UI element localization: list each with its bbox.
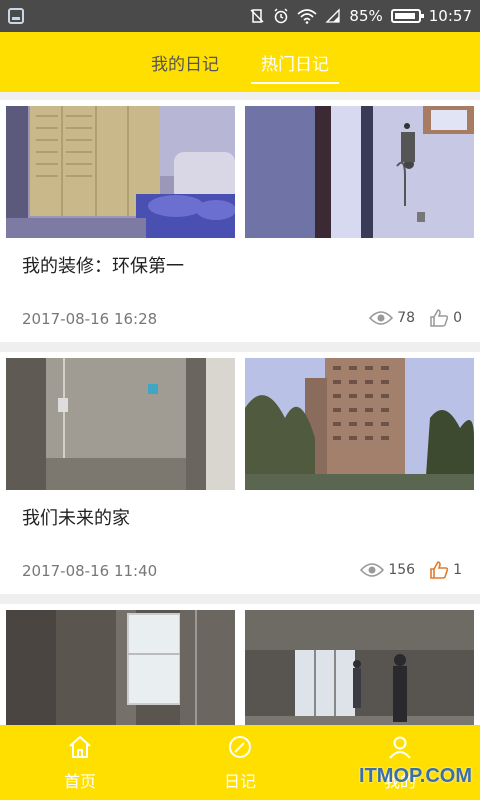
bedroom-photo[interactable] (6, 106, 235, 238)
eye-icon (369, 310, 394, 326)
like-count: 1 (453, 562, 462, 578)
card-photos (6, 106, 474, 238)
battery-icon (390, 9, 424, 23)
alarm-icon (273, 8, 289, 24)
card-photos (6, 358, 474, 490)
card-photos (6, 610, 474, 725)
diary-card[interactable] (0, 604, 480, 725)
wifi-icon (297, 8, 317, 24)
concrete-wall-photo[interactable] (6, 358, 235, 490)
thumbs-up-icon[interactable] (429, 560, 449, 580)
nav-home-label: 首页 (63, 771, 96, 791)
eye-icon (360, 562, 385, 578)
signal-icon (325, 8, 341, 24)
nav-home[interactable]: 首页 (0, 725, 160, 800)
card-date: 2017-08-16 16:28 (22, 310, 158, 328)
compose-icon (227, 734, 253, 764)
no-sim-icon (249, 8, 265, 24)
clock: 10:57 (428, 7, 472, 25)
card-title[interactable]: 我的装修：环保第一 (22, 252, 184, 278)
card-stats: 156 1 (360, 560, 462, 580)
user-icon (387, 734, 413, 764)
home-icon (67, 734, 93, 764)
battery-percent: 85% (349, 7, 383, 25)
living-room-photo[interactable] (245, 610, 474, 725)
card-date: 2017-08-16 11:40 (22, 562, 158, 580)
view-count: 156 (388, 562, 416, 578)
nav-diary[interactable]: 日记 (160, 725, 320, 800)
nav-mine[interactable]: 我的 (320, 725, 480, 800)
diary-card[interactable]: 我的装修：环保第一 2017-08-16 16:28 78 0 (0, 100, 480, 342)
tab-hot-diary[interactable]: 热门日记 (249, 32, 341, 92)
tab-my-diary[interactable]: 我的日记 (139, 32, 231, 92)
apartment-building-photo[interactable] (245, 358, 474, 490)
diary-feed[interactable]: 我的装修：环保第一 2017-08-16 16:28 78 0 我们未来的家 2… (0, 100, 480, 725)
top-tab-bar: 我的日记 热门日记 (0, 32, 480, 92)
gallery-notification-icon (8, 8, 24, 24)
status-bar: 85% 10:57 (0, 0, 480, 32)
thumbs-up-icon[interactable] (429, 308, 449, 328)
bathroom-photo[interactable] (245, 106, 474, 238)
view-count: 78 (397, 310, 416, 326)
window-room-photo[interactable] (6, 610, 235, 725)
card-title[interactable]: 我们未来的家 (22, 504, 130, 530)
bottom-nav: 首页 日记 我的 ITMOP.COM (0, 725, 480, 800)
diary-card[interactable]: 我们未来的家 2017-08-16 11:40 156 1 (0, 352, 480, 594)
nav-diary-label: 日记 (223, 771, 256, 791)
card-stats: 78 0 (369, 308, 462, 328)
like-count: 0 (453, 310, 462, 326)
watermark: ITMOP.COM (359, 765, 472, 787)
